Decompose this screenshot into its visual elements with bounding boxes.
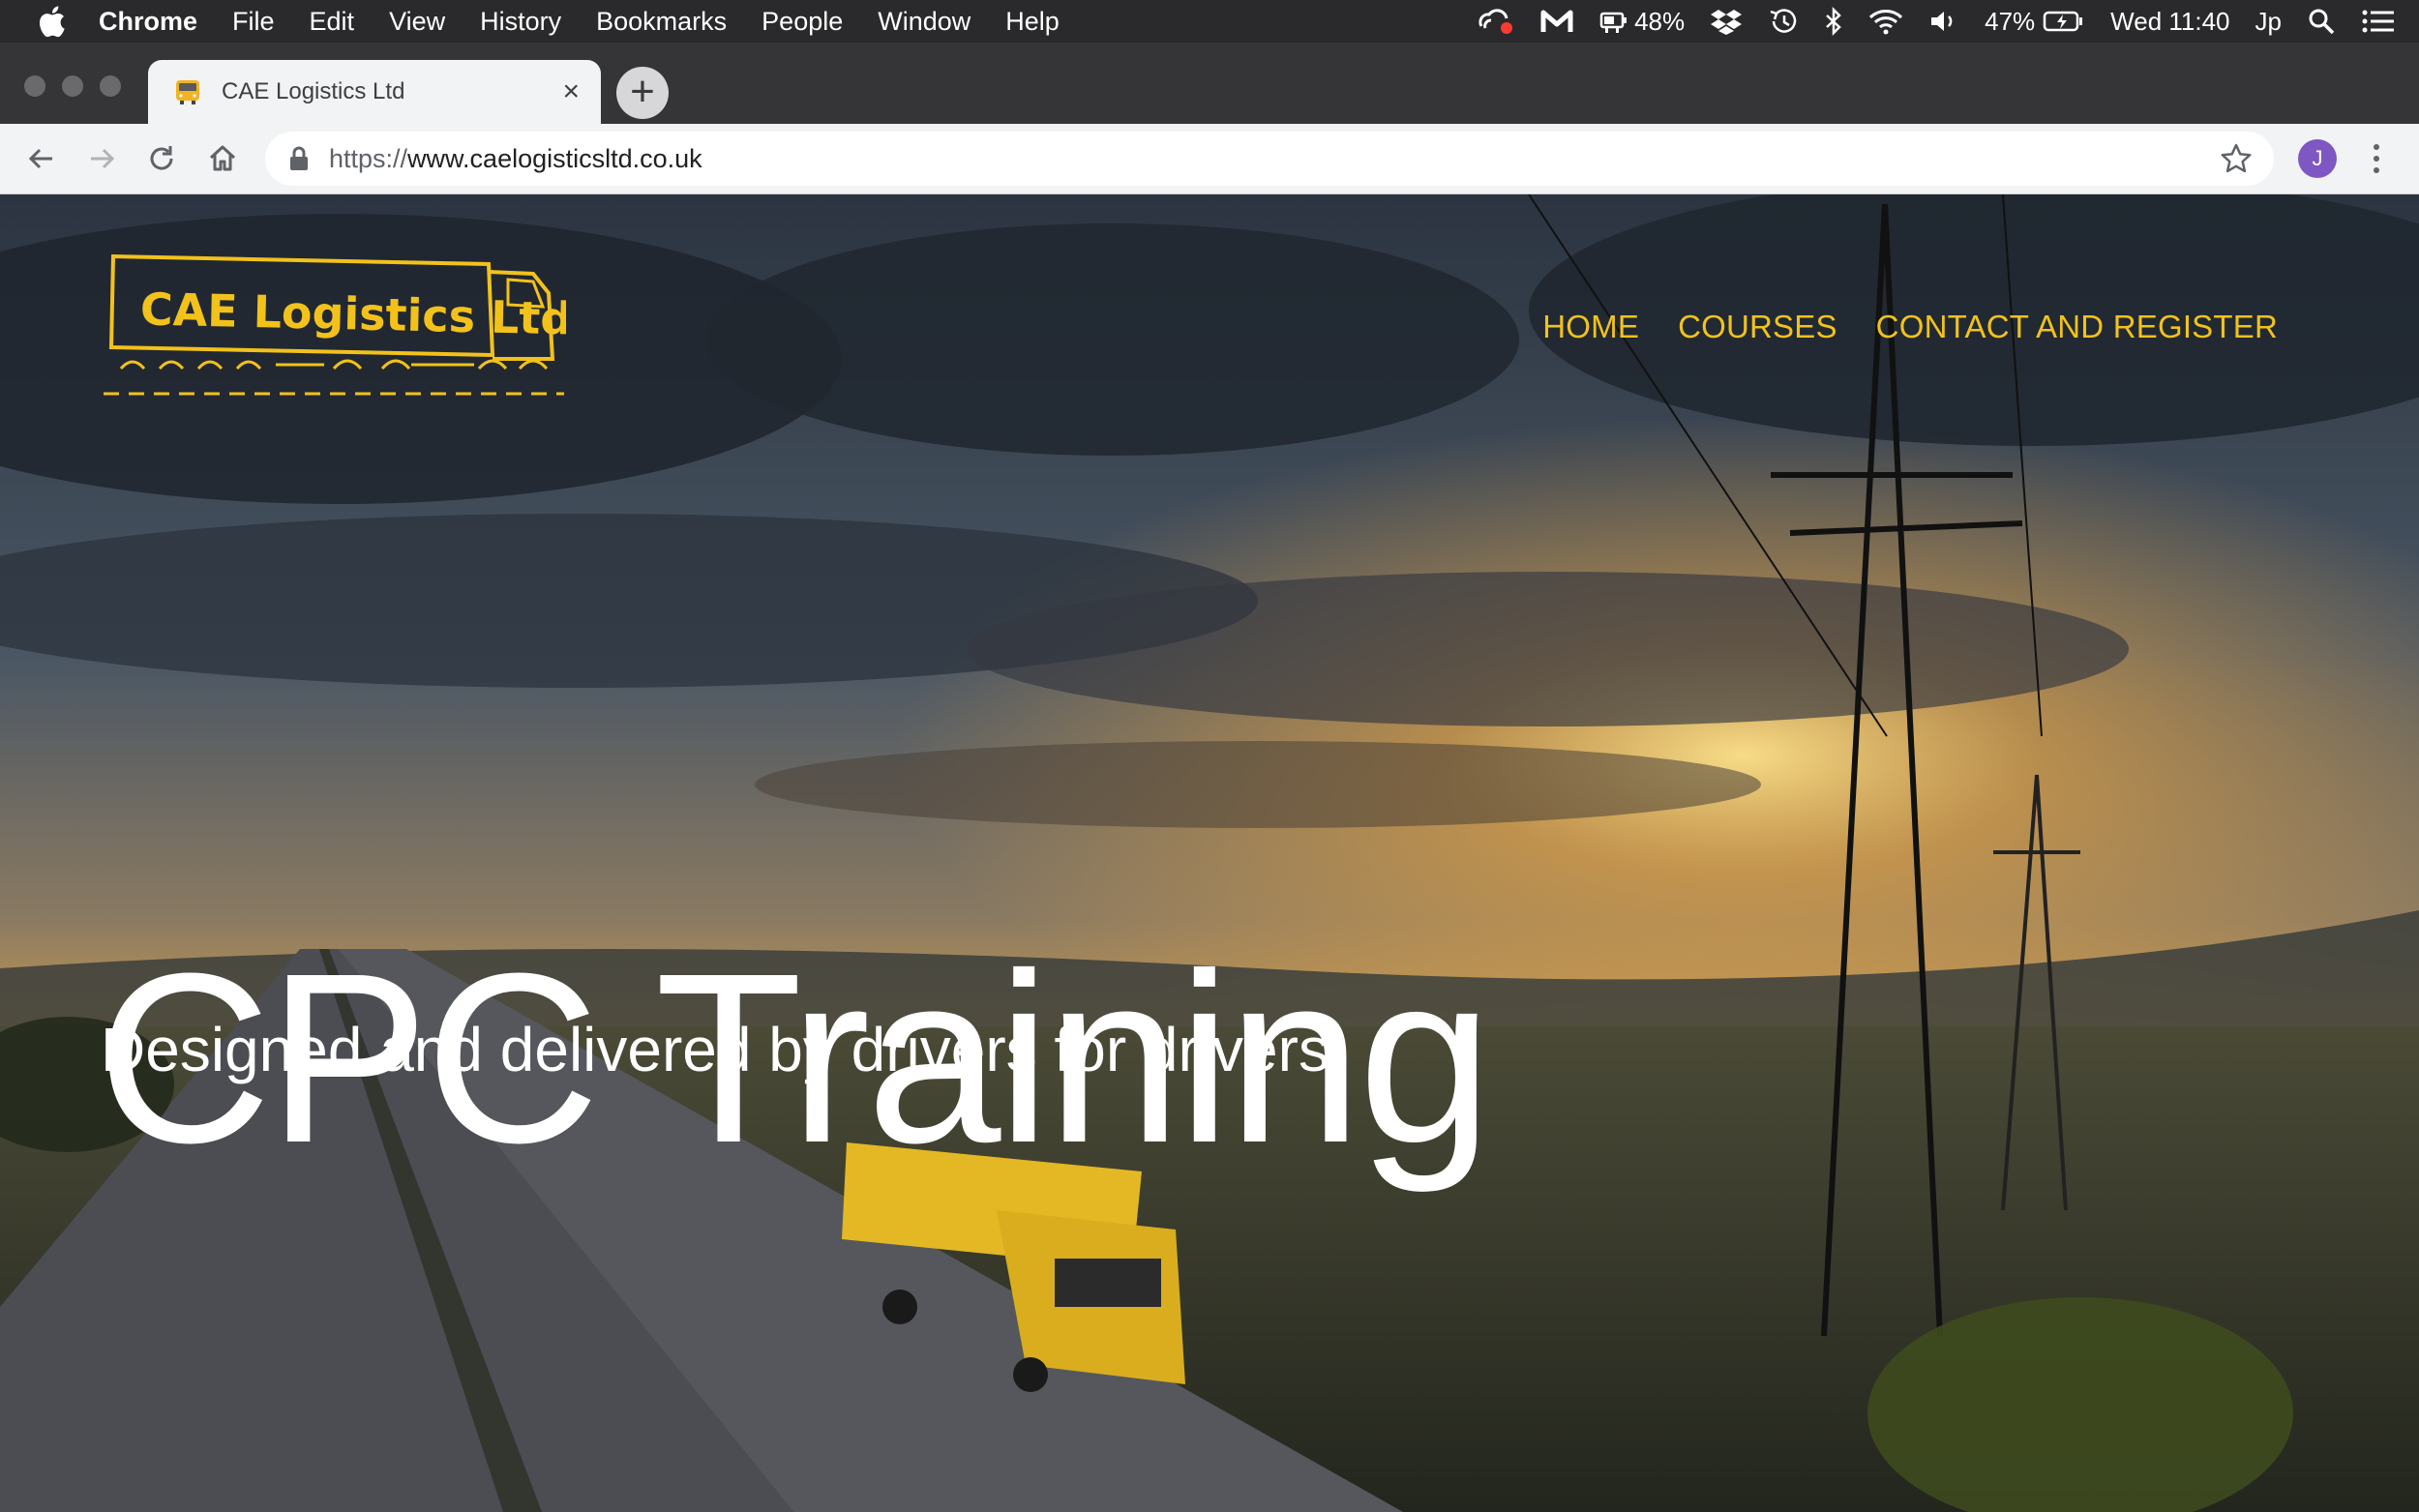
reload-icon[interactable] [145,142,178,175]
battery-percent: 47% [1985,6,2036,36]
forward-arrow-icon[interactable] [85,142,118,175]
nav-courses[interactable]: COURSES [1678,309,1837,345]
clock[interactable]: Wed 11:40 [2110,7,2229,37]
menu-people[interactable]: People [762,7,843,37]
site-nav: HOME COURSES CONTACT AND REGISTER [1542,309,2278,345]
back-arrow-icon[interactable] [25,142,58,175]
tab-close-icon[interactable]: × [562,77,580,106]
browser-toolbar: https://www.caelogisticsltd.co.uk J [0,124,2419,194]
menu-history[interactable]: History [480,7,561,37]
bus-favicon-icon [176,80,199,104]
url-text[interactable]: https://www.caelogisticsltd.co.uk [329,144,2220,174]
chrome-menu-icon[interactable] [2365,141,2388,176]
spotlight-search-icon[interactable] [2307,7,2336,36]
apple-icon[interactable] [37,5,66,38]
cae-logistics-logo[interactable]: CAE Logistics Ltd [102,251,566,400]
window-minimize-button[interactable] [62,75,83,97]
bluetooth-icon[interactable] [1824,7,1843,36]
wifi-icon[interactable] [1868,8,1903,35]
profile-avatar[interactable]: J [2298,139,2337,178]
url-host: www.caelogisticsltd.co.uk [407,143,702,173]
macos-menu-bar: Chrome File Edit View History Bookmarks … [0,0,2419,43]
battery-app-percent: 48% [1634,6,1686,36]
new-tab-button[interactable]: + [616,67,669,119]
nav-contact-register[interactable]: CONTACT AND REGISTER [1876,309,2278,345]
window-close-button[interactable] [24,75,45,97]
address-bar[interactable]: https://www.caelogisticsltd.co.uk [265,132,2274,186]
dropbox-icon[interactable] [1710,7,1743,36]
menu-window[interactable]: Window [878,7,971,37]
input-method[interactable]: Jp [2255,7,2282,37]
tab-title: CAE Logistics Ltd [222,78,405,104]
logo-text: CAE Logistics Ltd [139,282,566,344]
battery-charging-icon[interactable] [2043,9,2085,34]
nav-home[interactable]: HOME [1542,309,1639,345]
menu-file[interactable]: File [232,7,275,37]
notification-center-icon[interactable] [2361,8,2396,35]
malwarebytes-icon[interactable] [1539,7,1574,36]
screen: Chrome File Edit View History Bookmarks … [0,0,2419,1512]
volume-icon[interactable] [1928,8,1959,35]
bookmark-star-icon[interactable] [2220,142,2253,175]
web-page: CAE Logistics Ltd HOME COURSES CONTACT A… [0,194,2419,1512]
hero-subtitle: Designed and delivered by drivers for dr… [101,1015,1329,1084]
lock-icon[interactable] [288,146,310,171]
home-icon[interactable] [206,142,239,175]
time-machine-icon[interactable] [1768,7,1799,36]
window-zoom-button[interactable] [100,75,121,97]
menu-bookmarks[interactable]: Bookmarks [596,7,727,37]
creative-cloud-icon[interactable] [1476,7,1514,36]
menu-help[interactable]: Help [1005,7,1060,37]
status-area: 48% 47% Wed 11:40 Jp [1476,0,2419,43]
menu-view[interactable]: View [389,7,445,37]
menu-app-chrome[interactable]: Chrome [99,7,197,37]
tab-active[interactable]: CAE Logistics Ltd × [148,60,601,124]
menu-edit[interactable]: Edit [310,7,355,37]
battery-app-icon[interactable] [1599,9,1628,34]
url-scheme: https:// [329,143,408,173]
